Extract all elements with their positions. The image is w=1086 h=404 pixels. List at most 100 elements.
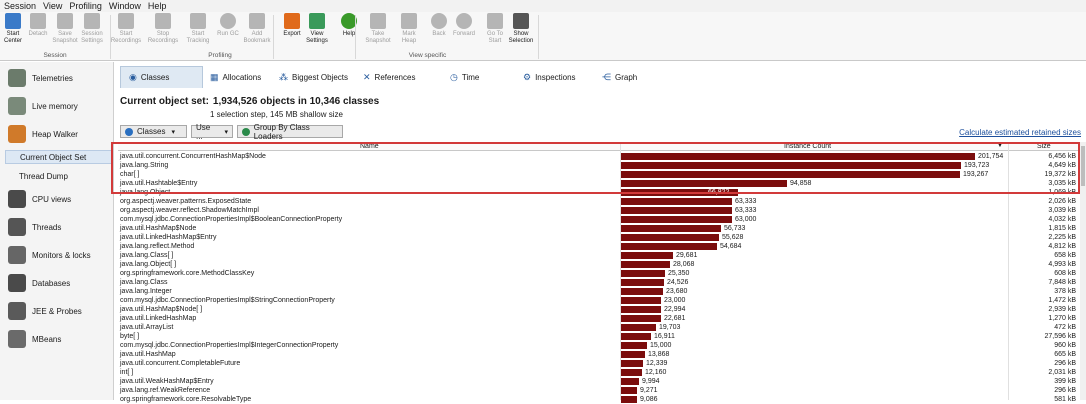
menu-view[interactable]: View — [41, 0, 67, 12]
table-row[interactable]: com.mysql.jdbc.ConnectionPropertiesImpl$… — [118, 296, 1080, 305]
group-by-class-loaders-button[interactable]: Group By Class Loaders — [237, 123, 343, 141]
session-settings-button[interactable]: Session Settings — [79, 13, 105, 49]
name-column-header[interactable]: Name — [360, 142, 379, 151]
take-snapshot-button[interactable]: Take Snapshot — [365, 13, 391, 49]
table-row[interactable]: java.lang.Integer 23,680 378 kB — [118, 287, 1080, 296]
help-button[interactable]: Help — [336, 13, 362, 49]
tab-allocations[interactable]: ▦ Allocations — [202, 66, 280, 88]
scrollbar-thumb[interactable] — [1081, 146, 1085, 186]
view-settings-icon — [309, 13, 325, 29]
sidebar-item-cpu-views[interactable]: CPU views — [8, 189, 71, 209]
table-row[interactable]: java.util.Hashtable$Entry 94,858 3,035 kB — [118, 179, 1080, 188]
table-row[interactable]: com.mysql.jdbc.ConnectionPropertiesImpl$… — [118, 215, 1080, 224]
tab-time[interactable]: ◷ Time — [442, 66, 496, 88]
vertical-scrollbar[interactable] — [1080, 142, 1086, 400]
size-cell: 4,812 kB — [1048, 243, 1076, 250]
size-cell: 960 kB — [1054, 342, 1076, 349]
table-row[interactable]: java.util.HashMap$Node 56,733 1,815 kB — [118, 224, 1080, 233]
table-row[interactable]: java.util.HashMap 13,868 665 kB — [118, 350, 1080, 359]
start-tracking-button[interactable]: Start Tracking — [185, 13, 211, 49]
table-row[interactable]: java.util.ArrayList 19,703 472 kB — [118, 323, 1080, 332]
view-select-dropdown[interactable]: Classes ▾ — [120, 125, 187, 138]
table-row[interactable]: java.util.concurrent.CompletableFuture 12… — [118, 359, 1080, 368]
show-selection-button[interactable]: Show Selection — [507, 13, 535, 49]
table-row[interactable]: char[ ] 193,267 19,372 kB — [118, 170, 1080, 179]
sidebar-subitem-current-object-set[interactable]: Current Object Set — [5, 150, 113, 164]
sidebar-item-telemetries[interactable]: Telemetries — [8, 68, 73, 88]
table-row[interactable]: java.util.WeakHashMap$Entry 9,994 399 kB — [118, 377, 1080, 386]
gc-icon — [220, 13, 236, 29]
menu-session[interactable]: Session — [2, 0, 41, 12]
size-cell: 665 kB — [1054, 351, 1076, 358]
run-gc-button[interactable]: Run GC — [215, 13, 241, 49]
size-column-header[interactable]: Size — [1037, 142, 1051, 151]
table-row[interactable]: java.lang.String 193,723 4,649 kB — [118, 161, 1080, 170]
instance-count-bar — [621, 171, 960, 178]
table-row[interactable]: java.util.LinkedHashMap 22,681 1,270 kB — [118, 314, 1080, 323]
class-name-cell: java.util.HashMap$Node[ ] — [120, 306, 203, 313]
size-cell: 658 kB — [1054, 252, 1076, 259]
table-row[interactable]: int[ ] 12,160 2,031 kB — [118, 368, 1080, 377]
table-row[interactable]: java.lang.Object 66,822 1,069 kB — [118, 188, 1080, 197]
tab-biggest-objects[interactable]: ⁂ Biggest Objects — [271, 66, 363, 88]
tab-graph[interactable]: ⋲ Graph — [594, 66, 648, 88]
table-row[interactable]: java.util.LinkedHashMap$Entry 55,628 2,225… — [118, 233, 1080, 242]
table-row[interactable]: java.util.HashMap$Node[ ] 22,994 2,939 kB — [118, 305, 1080, 314]
class-name-cell: char[ ] — [120, 171, 140, 178]
sidebar-subitem-thread-dump[interactable]: Thread Dump — [5, 169, 113, 183]
view-settings-button[interactable]: View Settings — [304, 13, 330, 49]
menu-window[interactable]: Window — [107, 0, 146, 12]
instance-count-bar — [621, 351, 645, 358]
pin-icon — [401, 13, 417, 29]
table-row[interactable]: org.aspectj.weaver.reflect.ShadowMatchIm… — [118, 206, 1080, 215]
table-row[interactable]: java.lang.Class[ ] 29,681 658 kB — [118, 251, 1080, 260]
instance-count-column-header[interactable]: Instance Count — [784, 142, 831, 151]
ribbon-button-label: Take Snapshot — [365, 31, 391, 44]
table-row[interactable]: byte[ ] 16,911 27,596 kB — [118, 332, 1080, 341]
forward-button[interactable]: Forward — [451, 13, 477, 49]
table-row[interactable]: org.springframework.core.MethodClassKey 2… — [118, 269, 1080, 278]
size-cell: 4,993 kB — [1048, 261, 1076, 268]
add-bookmark-button[interactable]: Add Bookmark — [244, 13, 271, 49]
instance-count-cell: 13,868 — [648, 351, 670, 358]
object-set-label: Current object set: — [120, 96, 209, 107]
table-row[interactable]: java.lang.ref.WeakReference 9,271 296 kB — [118, 386, 1080, 395]
menu-profiling[interactable]: Profiling — [67, 0, 107, 12]
table-row[interactable]: java.util.concurrent.ConcurrentHashMap$N… — [118, 152, 1080, 161]
instance-count-cell: 22,681 — [664, 315, 686, 322]
sidebar-item-threads[interactable]: Threads — [8, 217, 61, 237]
table-row[interactable]: java.lang.reflect.Method 54,684 4,812 kB — [118, 242, 1080, 251]
start-center-button[interactable]: Start Center — [0, 13, 26, 49]
sidebar-item-mbeans[interactable]: MBeans — [8, 329, 61, 349]
detach-button[interactable]: Detach — [25, 13, 51, 49]
stop-recordings-button[interactable]: Stop Recordings — [148, 13, 178, 49]
tab-inspections[interactable]: ⚙ Inspections — [515, 66, 595, 88]
tab-classes[interactable]: ◉ Classes — [120, 66, 203, 88]
back-button[interactable]: Back — [426, 13, 452, 49]
sidebar-item-databases[interactable]: Databases — [8, 273, 70, 293]
use-dropdown[interactable]: Use ... ▾ — [191, 123, 233, 141]
table-row[interactable]: com.mysql.jdbc.ConnectionPropertiesImpl$… — [118, 341, 1080, 350]
save-snapshot-button[interactable]: Save Snapshot — [52, 13, 78, 49]
ribbon-separator — [273, 15, 274, 59]
size-cell: 3,035 kB — [1048, 180, 1076, 187]
table-row[interactable]: java.lang.Object[ ] 28,068 4,993 kB — [118, 260, 1080, 269]
calculate-retained-sizes-link[interactable]: Calculate estimated retained sizes — [959, 128, 1081, 137]
biggest-objects-icon: ⁂ — [279, 71, 288, 82]
table-row[interactable]: org.aspectj.weaver.patterns.ExposedState… — [118, 197, 1080, 206]
mark-heap-button[interactable]: Mark Heap — [396, 13, 422, 49]
export-button[interactable]: Export — [279, 13, 305, 49]
sidebar-item-label: MBeans — [32, 334, 62, 344]
tab-references[interactable]: ✕ References — [355, 66, 431, 88]
sidebar-item-jee-probes[interactable]: JEE & Probes — [8, 301, 82, 321]
menu-help[interactable]: Help — [146, 0, 172, 12]
size-cell: 3,039 kB — [1048, 207, 1076, 214]
go-to-start-button[interactable]: Go To Start — [482, 13, 508, 49]
start-recordings-button[interactable]: Start Recordings — [111, 13, 141, 49]
sidebar-item-heap-walker[interactable]: Heap Walker — [8, 124, 78, 144]
instance-count-cell: 66,822 — [708, 189, 730, 196]
sidebar-item-live-memory[interactable]: Live memory — [8, 96, 78, 116]
instance-count-bar — [621, 252, 673, 259]
table-row[interactable]: java.lang.Class 24,526 7,848 kB — [118, 278, 1080, 287]
sidebar-item-monitors-locks[interactable]: Monitors & locks — [8, 245, 91, 265]
